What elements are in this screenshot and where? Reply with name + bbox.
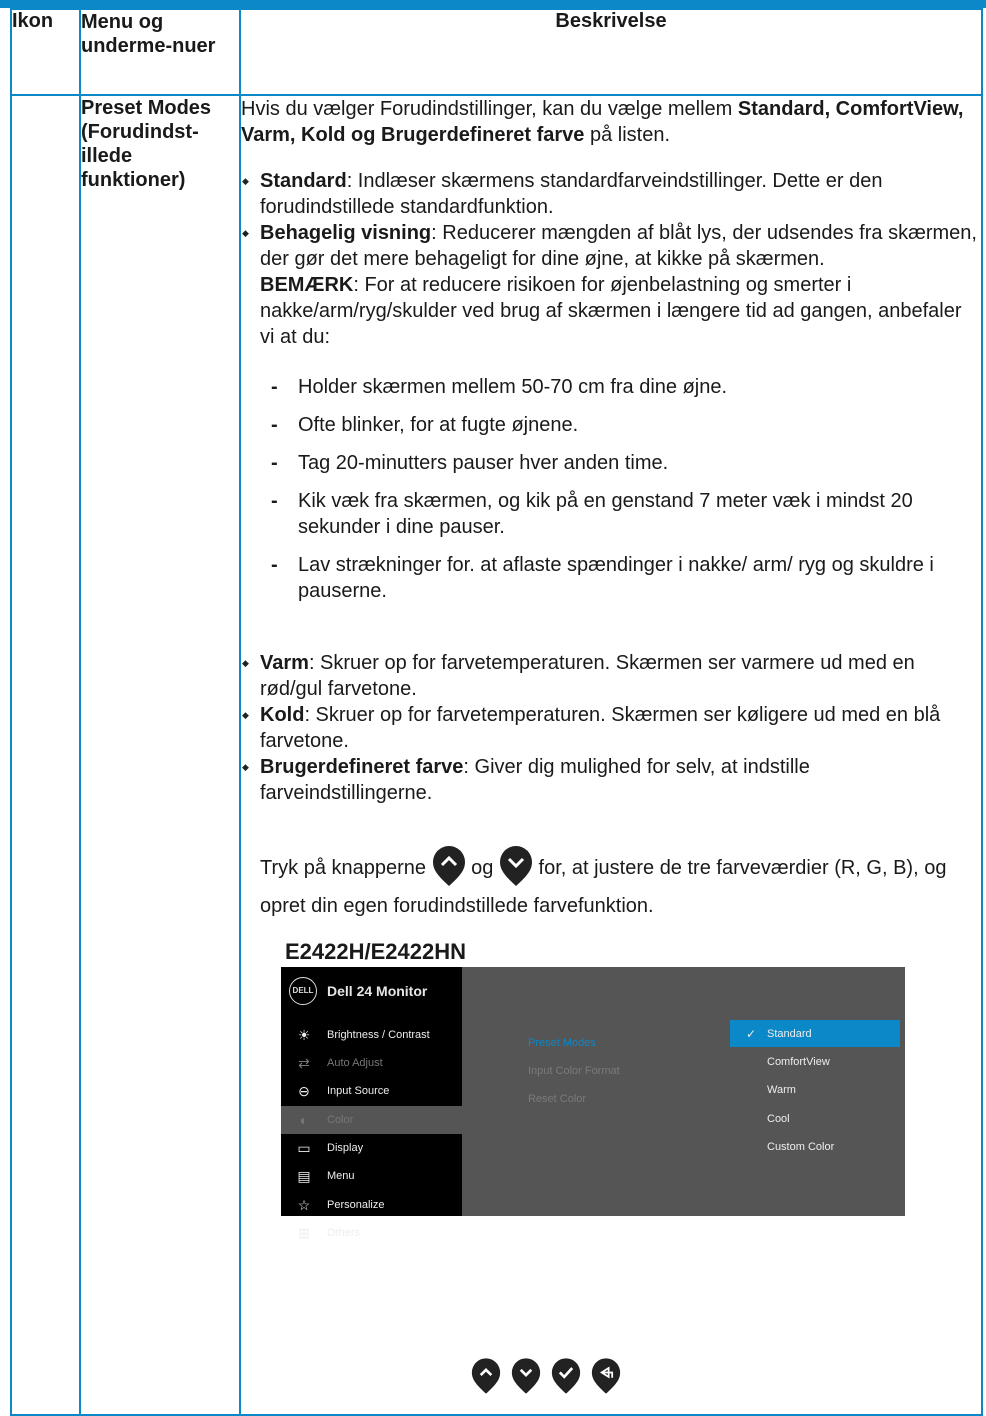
osd-item-brightness[interactable]: ☀ Brightness / Contrast [281, 1021, 462, 1049]
osd-item-personalize[interactable]: ☆ Personalize [281, 1191, 462, 1219]
table-row: Preset Modes (Forudindst-illede funktion… [10, 94, 983, 1416]
others-icon: ⊞ [298, 1225, 310, 1241]
up-icon [432, 846, 466, 893]
color-drop-icon: ◐ [299, 1112, 309, 1128]
dell-logo-icon: DELL [289, 977, 317, 1005]
osd-item-input-source[interactable]: ⊖ Input Source [281, 1077, 462, 1105]
list-item: Tag 20-minutters pauser hver anden time. [260, 450, 981, 476]
osd-item-color[interactable]: ◐ Color [281, 1106, 462, 1134]
list-item: Lav strækninger for. at aflaste spænding… [260, 552, 981, 604]
check-icon [551, 1358, 581, 1394]
osd-screenshot: DELL Dell 24 Monitor ☀ Brightness / Contr… [281, 967, 905, 1241]
down-icon [499, 846, 533, 893]
osd-title-bar: DELL Dell 24 Monitor [289, 977, 427, 1005]
manual-page: Ikon Menu og underme-nuer Beskrivelse Pr… [0, 0, 986, 1416]
input-icon: ⊖ [298, 1083, 310, 1099]
osd-nav-buttons [471, 1358, 621, 1399]
mode-term: Kold [260, 704, 305, 726]
nav-check-button[interactable] [551, 1358, 581, 1399]
osd-item-display[interactable]: ▭ Display [281, 1134, 462, 1162]
list-item: Kik væk fra skærmen, og kik på en gensta… [260, 488, 981, 540]
intro-paragraph: Hvis du vælger Forudindstillinger, kan d… [241, 96, 981, 148]
osd-item-others[interactable]: ⊞ Others [281, 1219, 462, 1247]
menu-icon: ▤ [297, 1168, 311, 1184]
icon-cell [10, 94, 81, 1416]
table-header-row: Ikon Menu og underme-nuer Beskrivelse [10, 8, 983, 96]
instruction-paragraph: Tryk på knapperne og for, at justere de … [241, 846, 981, 919]
mode-term: Behagelig visning [260, 222, 432, 244]
header-ikon: Ikon [10, 8, 81, 96]
list-item: Varm: Skruer op for farvetemperaturen. S… [241, 650, 981, 702]
osd-submenu-reset-color[interactable]: Reset Color [528, 1086, 586, 1112]
check-icon: ✓ [746, 1026, 757, 1041]
instruction-text: Tryk på knapperne [260, 857, 427, 879]
osd-option-custom-color[interactable]: Custom Color [730, 1133, 900, 1160]
down-icon [511, 1358, 541, 1394]
nav-back-button[interactable] [591, 1358, 621, 1399]
auto-adjust-icon: ⇄ [298, 1055, 310, 1071]
mode-text: : Indlæser skærmens standardfarveindstil… [260, 170, 883, 218]
back-icon [591, 1358, 621, 1394]
display-icon: ▭ [297, 1140, 311, 1156]
mode-list-1: Standard: Indlæser skærmens standardfarv… [241, 168, 981, 272]
note-term: BEMÆRK [260, 274, 354, 296]
mode-text: : Skruer op for farvetemperaturen. Skærm… [260, 652, 915, 700]
up-icon [471, 1358, 501, 1394]
header-menu: Menu og underme-nuer [79, 8, 241, 96]
mode-term: Brugerdefineret farve [260, 756, 464, 778]
osd-option-standard[interactable]: ✓ Standard [730, 1020, 900, 1047]
star-icon: ☆ [297, 1197, 311, 1213]
list-item: Ofte blinker, for at fugte øjnene. [260, 412, 981, 438]
list-item: Brugerdefineret farve: Giver dig mulighe… [241, 754, 981, 806]
note-text: : For at reducere risikoen for øjenbelas… [260, 274, 962, 348]
description-cell: Hvis du vælger Forudindstillinger, kan d… [239, 94, 983, 1416]
nav-down-button[interactable] [511, 1358, 541, 1399]
list-item: Kold: Skruer op for farvetemperaturen. S… [241, 702, 981, 754]
model-label: E2422H/E2422HN [285, 939, 467, 964]
osd-option-cool[interactable]: Cool [730, 1105, 900, 1132]
osd-item-auto-adjust[interactable]: ⇄ Auto Adjust [281, 1049, 462, 1077]
osd-submenu-input-color-format[interactable]: Input Color Format [528, 1058, 620, 1084]
note-block: BEMÆRK: For at reducere risikoen for øje… [241, 272, 981, 350]
intro-suffix: på listen. [584, 124, 671, 146]
header-beskrivelse: Beskrivelse [239, 8, 983, 96]
instruction-and: og [471, 857, 494, 879]
list-item: Standard: Indlæser skærmens standardfarv… [241, 168, 981, 220]
mode-term: Standard [260, 170, 347, 192]
list-item: Behagelig visning: Reducerer mængden af … [241, 220, 981, 272]
menu-cell: Preset Modes (Forudindst-illede funktion… [79, 94, 241, 1416]
tip-list: Holder skærmen mellem 50-70 cm fra dine … [241, 374, 981, 604]
list-item: Holder skærmen mellem 50-70 cm fra dine … [260, 374, 981, 400]
mode-text: : Skruer op for farvetemperaturen. Skærm… [260, 704, 941, 752]
sun-icon: ☀ [297, 1027, 311, 1043]
osd-option-warm[interactable]: Warm [730, 1076, 900, 1103]
intro-text: Hvis du vælger Forudindstillinger, kan d… [241, 98, 738, 120]
description-table: Ikon Menu og underme-nuer Beskrivelse Pr… [10, 8, 983, 1416]
osd-item-menu[interactable]: ▤ Menu [281, 1162, 462, 1190]
osd-submenu-preset-modes[interactable]: Preset Modes [528, 1030, 596, 1056]
osd-option-comfortview[interactable]: ComfortView [730, 1048, 900, 1075]
mode-list-2: Varm: Skruer op for farvetemperaturen. S… [241, 650, 981, 806]
osd-title: Dell 24 Monitor [327, 983, 428, 999]
mode-term: Varm [260, 652, 309, 674]
nav-up-button[interactable] [471, 1358, 501, 1399]
page-top-bar [0, 0, 986, 8]
